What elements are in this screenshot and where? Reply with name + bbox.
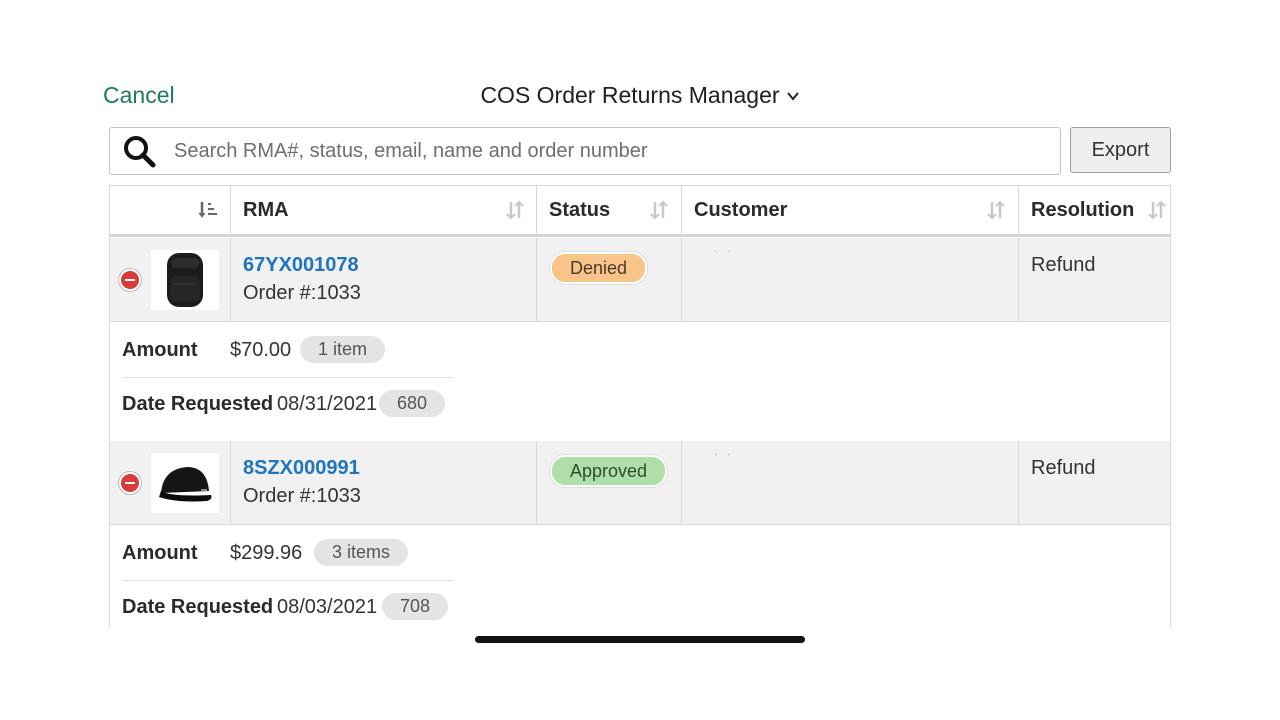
thumb-cell	[110, 238, 231, 321]
export-button[interactable]: Export	[1070, 127, 1171, 173]
items-count-badge: 1 item	[300, 336, 386, 363]
date-requested-label: Date Requested	[122, 596, 274, 618]
resolution-value: Refund	[1031, 457, 1096, 479]
resolution-value: Refund	[1031, 254, 1096, 276]
customer-value: . .	[714, 244, 735, 255]
customer-cell: . .	[682, 441, 1019, 524]
date-requested-value: 08/03/2021	[277, 596, 378, 618]
thumb-cell	[110, 441, 231, 524]
app-title-dropdown[interactable]: COS Order Returns Manager	[0, 82, 1280, 109]
home-indicator[interactable]	[475, 636, 805, 643]
column-header-rma[interactable]: RMA	[231, 186, 537, 235]
row-detail: Amount $299.96 3 items Date Requested 08…	[110, 525, 1170, 627]
column-label: Status	[549, 199, 611, 221]
order-number: Order #:1033	[243, 282, 361, 304]
search-box	[109, 127, 1061, 175]
customer-cell: . .	[682, 238, 1019, 321]
sort-icon	[506, 200, 524, 220]
days-badge: 680	[379, 390, 446, 417]
rma-cell: 67YX001078 Order #:1033	[231, 238, 537, 321]
table-row[interactable]: 67YX001078 Order #:1033 Denied . . Refun…	[110, 238, 1170, 322]
row-detail: Amount $70.00 1 item Date Requested 08/3…	[110, 322, 1170, 442]
customer-value: . .	[714, 447, 735, 458]
backpack-icon	[167, 253, 203, 307]
status-badge: Approved	[550, 455, 668, 487]
divider	[122, 377, 454, 378]
table-row[interactable]: 8SZX000991 Order #:1033 Approved . . Ref…	[110, 441, 1170, 525]
search-icon	[124, 136, 156, 168]
returns-table: RMA Status Customer Resolution 67YX00107…	[109, 185, 1171, 627]
rma-link[interactable]: 67YX001078	[243, 254, 359, 277]
amount-label: Amount	[122, 542, 198, 564]
status-cell: Denied	[537, 238, 682, 321]
resolution-cell: Refund	[1019, 238, 1170, 321]
sort-icon	[987, 200, 1005, 220]
rma-link[interactable]: 8SZX000991	[243, 457, 360, 480]
column-header-status[interactable]: Status	[537, 186, 682, 235]
sort-icon	[1148, 200, 1166, 220]
column-label: Resolution	[1031, 199, 1135, 221]
chevron-down-icon	[786, 91, 799, 101]
status-cell: Approved	[537, 441, 682, 524]
order-number: Order #:1033	[243, 485, 361, 507]
amount-value: $299.96	[230, 542, 303, 564]
sort-descending-icon	[198, 202, 217, 218]
amount-value: $70.00	[230, 339, 292, 361]
product-thumbnail[interactable]	[151, 453, 219, 513]
date-requested-value: 08/31/2021	[277, 393, 378, 415]
date-requested-label: Date Requested	[122, 393, 274, 415]
resolution-cell: Refund	[1019, 441, 1170, 524]
divider	[122, 580, 454, 581]
remove-button[interactable]	[119, 269, 141, 291]
cap-icon	[159, 467, 212, 502]
search-input[interactable]	[172, 138, 1036, 164]
product-thumbnail[interactable]	[151, 250, 219, 310]
rma-cell: 8SZX000991 Order #:1033	[231, 441, 537, 524]
table-header: RMA Status Customer Resolution	[110, 185, 1170, 237]
column-header-resolution[interactable]: Resolution	[1019, 186, 1170, 235]
remove-button[interactable]	[119, 472, 141, 494]
amount-label: Amount	[122, 339, 198, 361]
column-header-thumb[interactable]	[110, 186, 231, 235]
column-label: Customer	[694, 199, 788, 221]
page-title: COS Order Returns Manager	[480, 82, 780, 108]
status-badge: Denied	[550, 252, 648, 284]
sort-icon	[650, 200, 668, 220]
column-label: RMA	[243, 199, 289, 221]
items-count-badge: 3 items	[314, 539, 409, 566]
days-badge: 708	[382, 593, 449, 620]
column-header-customer[interactable]: Customer	[682, 186, 1019, 235]
